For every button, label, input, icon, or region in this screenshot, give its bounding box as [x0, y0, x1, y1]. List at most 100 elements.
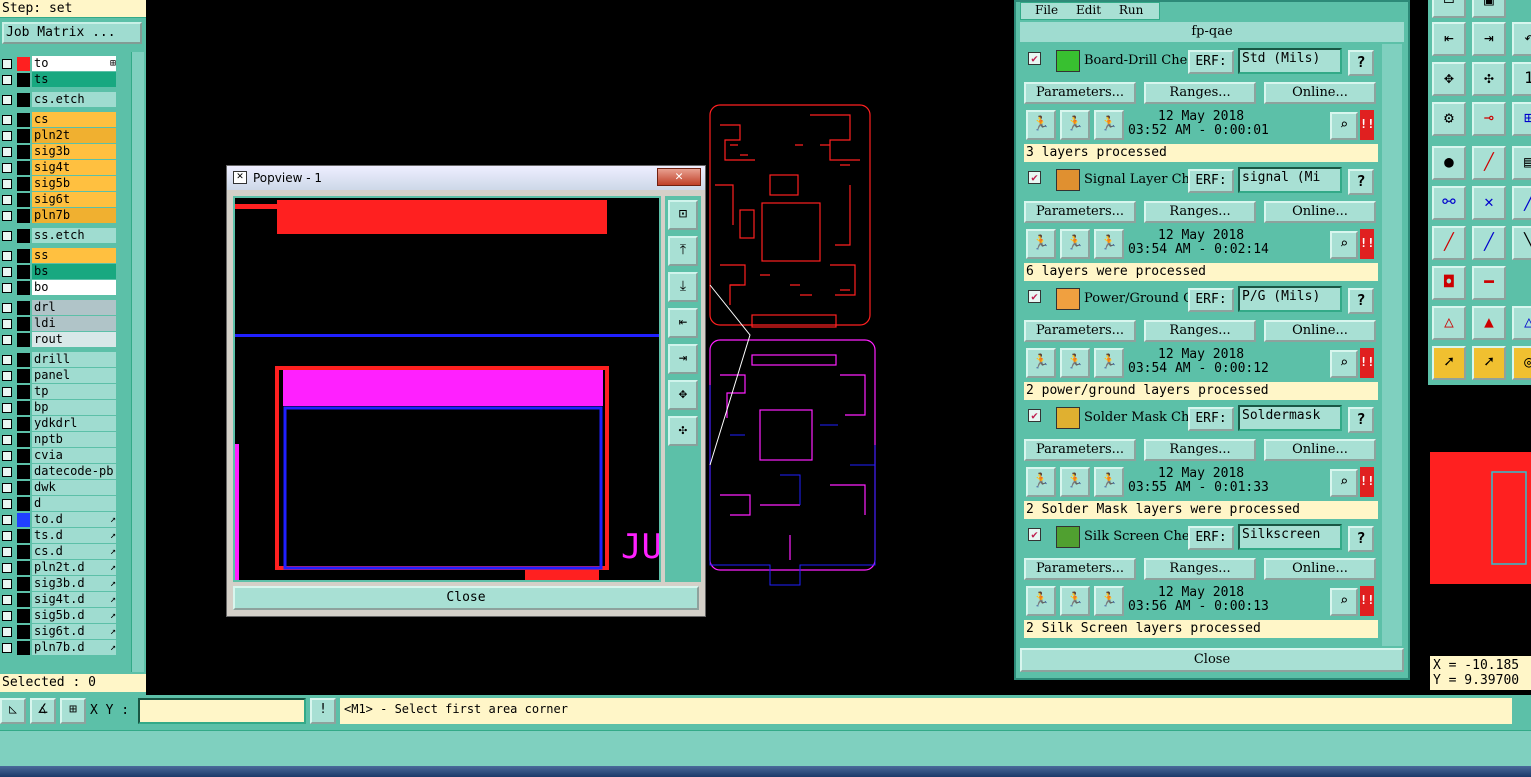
layer-checkbox[interactable]: [2, 163, 12, 173]
layer-row[interactable]: sig6t: [0, 192, 118, 208]
layer-color-swatch[interactable]: [17, 625, 30, 639]
checklist-scrollbar[interactable]: [1382, 44, 1402, 646]
pad-icon[interactable]: ●: [1432, 146, 1466, 180]
layer-name[interactable]: bo: [32, 280, 116, 295]
layer-row[interactable]: sig5b: [0, 176, 118, 192]
draw-line3-icon[interactable]: ╲: [1512, 226, 1531, 260]
layer-color-swatch[interactable]: [17, 177, 30, 191]
layer-name[interactable]: panel: [32, 368, 116, 383]
zoom-results-icon[interactable]: ⌕: [1330, 350, 1358, 378]
layer-name[interactable]: bp: [32, 400, 116, 415]
layer-color-swatch[interactable]: [17, 449, 30, 463]
popview-titlebar[interactable]: ✕ Popview - 1: [227, 166, 705, 190]
layer-row[interactable]: bp: [0, 400, 118, 416]
tool-a-icon[interactable]: ▭: [1432, 0, 1466, 18]
layer-checkbox[interactable]: [2, 267, 12, 277]
layer-name[interactable]: d: [32, 496, 116, 511]
checklist-item-checkbox[interactable]: ✔: [1028, 52, 1041, 65]
layer-checkbox[interactable]: [2, 195, 12, 205]
layer-color-swatch[interactable]: [17, 301, 30, 315]
run-board-icon[interactable]: 🏃: [1094, 229, 1124, 259]
pointer-select-icon[interactable]: ➚: [1472, 346, 1506, 380]
layer-checkbox[interactable]: [2, 251, 12, 261]
parameters-button[interactable]: Parameters...: [1024, 201, 1136, 223]
layer-row[interactable]: datecode-pb: [0, 464, 118, 480]
layer-checkbox[interactable]: [2, 115, 12, 125]
alert-icon[interactable]: !!: [1360, 110, 1374, 140]
layer-color-swatch[interactable]: [17, 93, 30, 107]
menu-edit[interactable]: Edit: [1076, 3, 1101, 17]
layer-color-swatch[interactable]: [17, 209, 30, 223]
layer-row[interactable]: pln7b: [0, 208, 118, 224]
layer-row[interactable]: ss: [0, 248, 118, 264]
layer-name[interactable]: sig6t: [32, 192, 116, 207]
draw-line2-icon[interactable]: ╱: [1472, 226, 1506, 260]
layer-checkbox[interactable]: [2, 419, 12, 429]
layer-name[interactable]: ydkdrl: [32, 416, 116, 431]
run-step-icon[interactable]: 🏃: [1060, 586, 1090, 616]
snap-icon[interactable]: ⊞: [1512, 102, 1531, 136]
zoom-in-icon[interactable]: ✣: [668, 416, 698, 446]
zoom-fit-icon[interactable]: ⊡: [668, 200, 698, 230]
layer-name[interactable]: pln7b: [32, 208, 116, 223]
ranges-button[interactable]: Ranges...: [1144, 82, 1256, 104]
layer-checkbox[interactable]: [2, 355, 12, 365]
layer-checkbox[interactable]: [2, 483, 12, 493]
layer-name[interactable]: cvia: [32, 448, 116, 463]
layer-name[interactable]: ts.d: [32, 528, 116, 543]
layer-name[interactable]: sig4t.d: [32, 592, 116, 607]
erf-button[interactable]: ERF:: [1188, 288, 1234, 312]
layer-checkbox[interactable]: [2, 179, 12, 189]
erf-button[interactable]: ERF:: [1188, 407, 1234, 431]
layer-name[interactable]: sig4t: [32, 160, 116, 175]
run-icon[interactable]: 🏃: [1026, 110, 1056, 140]
erf-value[interactable]: signal (Mi: [1238, 167, 1342, 193]
layer-name[interactable]: tp: [32, 384, 116, 399]
layer-color-swatch[interactable]: [17, 481, 30, 495]
erf-button[interactable]: ERF:: [1188, 50, 1234, 74]
alert-icon[interactable]: !!: [1360, 348, 1374, 378]
erf-value[interactable]: P/G (Mils): [1238, 286, 1342, 312]
layer-color-swatch[interactable]: [17, 641, 30, 655]
layer-row[interactable]: cs: [0, 112, 118, 128]
layer-row[interactable]: panel: [0, 368, 118, 384]
layer-checkbox[interactable]: [2, 595, 12, 605]
checklist-item-checkbox[interactable]: ✔: [1028, 409, 1041, 422]
online-button[interactable]: Online...: [1264, 201, 1376, 223]
layer-color-swatch[interactable]: [17, 317, 30, 331]
layer-color-swatch[interactable]: [17, 593, 30, 607]
zoom-extents-icon[interactable]: ✥: [1432, 62, 1466, 96]
alert-icon[interactable]: !!: [1360, 229, 1374, 259]
layer-name[interactable]: pln2t: [32, 128, 116, 143]
layer-name[interactable]: drill: [32, 352, 116, 367]
run-step-icon[interactable]: 🏃: [1060, 229, 1090, 259]
layer-name[interactable]: ldi: [32, 316, 116, 331]
erf-button[interactable]: ERF:: [1188, 526, 1234, 550]
layer-row[interactable]: ydkdrl: [0, 416, 118, 432]
layer-color-swatch[interactable]: [17, 265, 30, 279]
layer-row[interactable]: to.d ↗: [0, 512, 118, 528]
help-button[interactable]: ?: [1348, 169, 1374, 195]
xy-input[interactable]: [138, 698, 306, 724]
checklist-item-checkbox[interactable]: ✔: [1028, 171, 1041, 184]
layer-name[interactable]: sig3b: [32, 144, 116, 159]
layer-row[interactable]: sig4t.d ↗: [0, 592, 118, 608]
pan-left-icon[interactable]: ⇤: [668, 308, 698, 338]
layer-color-swatch[interactable]: [17, 401, 30, 415]
cross-icon[interactable]: ✕: [1472, 186, 1506, 220]
tool-b-icon[interactable]: ▣: [1472, 0, 1506, 18]
layer-checkbox[interactable]: [2, 231, 12, 241]
angle-mode-icon[interactable]: ∡: [30, 698, 56, 724]
layer-checkbox[interactable]: [2, 467, 12, 477]
layer-color-swatch[interactable]: [17, 229, 30, 243]
run-step-icon[interactable]: 🏃: [1060, 110, 1090, 140]
zoom-results-icon[interactable]: ⌕: [1330, 588, 1358, 616]
layer-color-swatch[interactable]: [17, 129, 30, 143]
layer-name[interactable]: sig5b: [32, 176, 116, 191]
pcb-board-view[interactable]: [700, 85, 880, 595]
draw-line-icon[interactable]: ╱: [1432, 226, 1466, 260]
help-button[interactable]: ?: [1348, 50, 1374, 76]
run-board-icon[interactable]: 🏃: [1094, 348, 1124, 378]
online-button[interactable]: Online...: [1264, 439, 1376, 461]
check-name[interactable]: Signal Layer Ch: [1084, 171, 1188, 189]
